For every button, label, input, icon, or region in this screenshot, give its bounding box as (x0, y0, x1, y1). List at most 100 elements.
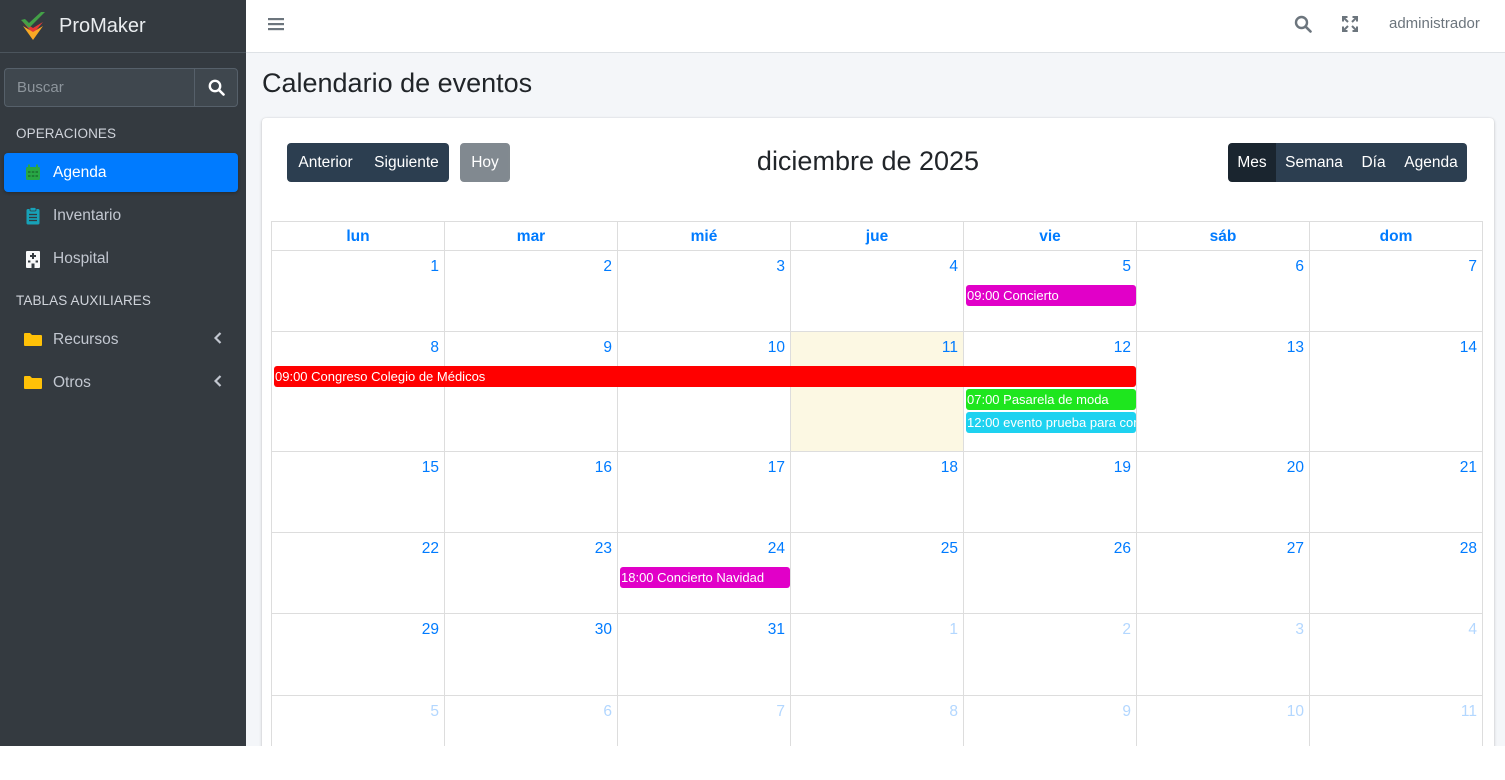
search-button[interactable] (194, 68, 238, 107)
day-number[interactable]: 4 (949, 258, 958, 276)
day-number[interactable]: 4 (1468, 621, 1477, 639)
day-cell[interactable]: 26 (964, 533, 1137, 613)
day-cell[interactable]: 13 (1137, 332, 1310, 451)
day-number[interactable]: 21 (1460, 459, 1477, 477)
previous-button[interactable]: Anterior (287, 143, 364, 182)
search-input[interactable] (4, 68, 194, 107)
day-cell[interactable]: 21 (1310, 452, 1482, 532)
day-cell[interactable]: 18 (791, 452, 964, 532)
day-number[interactable]: 31 (768, 621, 785, 639)
day-cell[interactable]: 27 (1137, 533, 1310, 613)
day-number[interactable]: 12 (1114, 339, 1131, 357)
day-cell[interactable]: 25 (791, 533, 964, 613)
day-cell[interactable]: 7 (618, 696, 791, 746)
day-number[interactable]: 3 (1295, 621, 1304, 639)
today-button[interactable]: Hoy (460, 143, 510, 182)
day-number[interactable]: 25 (941, 540, 958, 558)
day-number[interactable]: 1 (430, 258, 439, 276)
fullscreen-icon[interactable] (1342, 16, 1358, 32)
day-number[interactable]: 10 (768, 339, 785, 357)
day-cell[interactable]: 4 (1310, 614, 1482, 695)
day-cell[interactable]: 11 (1310, 696, 1482, 746)
day-number[interactable]: 3 (776, 258, 785, 276)
day-cell[interactable]: 7 (1310, 251, 1482, 331)
day-cell[interactable]: 2 (964, 614, 1137, 695)
day-number[interactable]: 22 (422, 540, 439, 558)
day-cell[interactable]: 28 (1310, 533, 1482, 613)
day-number[interactable]: 7 (776, 703, 785, 721)
next-button[interactable]: Siguiente (364, 143, 449, 182)
day-cell[interactable]: 6 (445, 696, 618, 746)
day-number[interactable]: 8 (949, 703, 958, 721)
day-number[interactable]: 11 (942, 339, 958, 357)
day-cell[interactable]: 10 (1137, 696, 1310, 746)
calendar-event[interactable]: 07:00 Pasarela de moda (966, 389, 1136, 410)
day-number[interactable]: 19 (1114, 459, 1131, 477)
day-number[interactable]: 18 (941, 459, 958, 477)
day-cell[interactable]: 15 (272, 452, 445, 532)
day-cell[interactable]: 4 (791, 251, 964, 331)
day-cell[interactable]: 19 (964, 452, 1137, 532)
sidebar-item-otros[interactable]: Otros (4, 363, 238, 402)
day-number[interactable]: 6 (1295, 258, 1304, 276)
day-cell[interactable]: 31 (618, 614, 791, 695)
day-number[interactable]: 29 (422, 621, 439, 639)
sidebar-item-inventario[interactable]: Inventario (4, 196, 238, 235)
day-cell[interactable]: 9 (445, 332, 618, 451)
day-cell[interactable]: 23 (445, 533, 618, 613)
day-number[interactable]: 5 (1122, 258, 1131, 276)
day-number[interactable]: 5 (430, 703, 439, 721)
day-number[interactable]: 10 (1287, 703, 1304, 721)
day-number[interactable]: 20 (1287, 459, 1304, 477)
day-number[interactable]: 2 (1122, 621, 1131, 639)
view-agenda-button[interactable]: Agenda (1395, 143, 1467, 182)
sidebar-item-agenda[interactable]: Agenda (4, 153, 238, 192)
day-cell[interactable]: 14 (1310, 332, 1482, 451)
day-cell[interactable]: 30 (445, 614, 618, 695)
day-cell[interactable]: 16 (445, 452, 618, 532)
day-number[interactable]: 27 (1287, 540, 1304, 558)
day-number[interactable]: 1 (949, 621, 958, 639)
day-cell[interactable]: 29 (272, 614, 445, 695)
day-number[interactable]: 8 (430, 339, 439, 357)
calendar-event[interactable]: 18:00 Concierto Navidad (620, 567, 790, 588)
day-cell[interactable]: 2 (445, 251, 618, 331)
day-number[interactable]: 23 (595, 540, 612, 558)
day-number[interactable]: 24 (768, 540, 785, 558)
hamburger-menu-icon[interactable] (268, 17, 284, 31)
day-cell[interactable]: 9 (964, 696, 1137, 746)
day-number[interactable]: 2 (603, 258, 612, 276)
day-cell[interactable]: 1 (791, 614, 964, 695)
view-day-button[interactable]: Día (1352, 143, 1395, 182)
calendar-event[interactable]: 12:00 evento prueba para comprobar (966, 412, 1136, 433)
day-number[interactable]: 6 (603, 703, 612, 721)
calendar-event[interactable]: 09:00 Concierto (966, 285, 1136, 306)
day-number[interactable]: 9 (1122, 703, 1131, 721)
day-number[interactable]: 14 (1460, 339, 1477, 357)
day-number[interactable]: 17 (768, 459, 785, 477)
search-icon[interactable] (1294, 15, 1312, 33)
day-cell[interactable]: 20 (1137, 452, 1310, 532)
day-number[interactable]: 13 (1287, 339, 1304, 357)
day-cell[interactable]: 5 (272, 696, 445, 746)
day-cell[interactable]: 22 (272, 533, 445, 613)
day-cell[interactable]: 1 (272, 251, 445, 331)
day-number[interactable]: 26 (1114, 540, 1131, 558)
day-number[interactable]: 16 (595, 459, 612, 477)
day-number[interactable]: 15 (422, 459, 439, 477)
day-number[interactable]: 11 (1461, 703, 1477, 721)
day-cell[interactable]: 8 (272, 332, 445, 451)
brand[interactable]: ProMaker (0, 0, 246, 53)
day-cell[interactable]: 17 (618, 452, 791, 532)
day-number[interactable]: 30 (595, 621, 612, 639)
day-number[interactable]: 28 (1460, 540, 1477, 558)
user-menu[interactable]: administrador (1389, 15, 1480, 32)
day-cell[interactable]: 3 (1137, 614, 1310, 695)
day-cell[interactable]: 3 (618, 251, 791, 331)
sidebar-item-hospital[interactable]: Hospital (4, 239, 238, 278)
day-number[interactable]: 7 (1468, 258, 1477, 276)
view-month-button[interactable]: Mes (1228, 143, 1276, 182)
day-cell[interactable]: 6 (1137, 251, 1310, 331)
day-cell-today[interactable]: 11 (791, 332, 964, 451)
day-cell[interactable]: 8 (791, 696, 964, 746)
